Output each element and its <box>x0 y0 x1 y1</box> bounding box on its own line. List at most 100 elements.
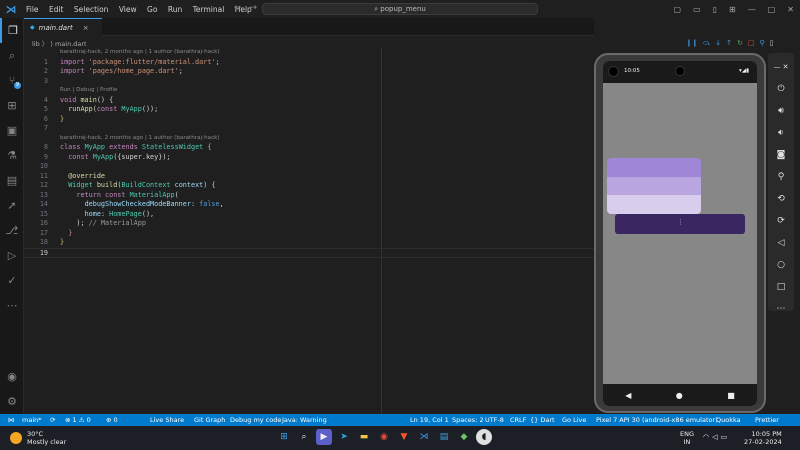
pause-icon[interactable]: ❙❙ <box>686 39 698 49</box>
screenshot-icon[interactable]: ◙ <box>777 144 786 166</box>
telegram-icon[interactable]: ➤ <box>336 429 352 445</box>
devtools-icon[interactable]: ⚲ <box>759 39 764 49</box>
more-vert-icon[interactable]: ⋮ <box>677 218 684 226</box>
menu-edit[interactable]: Edit <box>49 5 64 14</box>
emulator-taskbar-icon[interactable]: ◖ <box>476 429 492 445</box>
git-blame-lens[interactable]: barathraj-hack, 2 months ago | 1 author … <box>60 134 220 144</box>
back-icon[interactable]: ◀ <box>625 391 631 400</box>
android-studio-icon[interactable]: ◆ <box>456 429 472 445</box>
popup-menu-item[interactable] <box>607 158 701 177</box>
file-explorer-icon[interactable]: ▬ <box>356 429 372 445</box>
menu-file[interactable]: File <box>26 5 39 14</box>
debug-icon[interactable]: ▷ <box>0 243 24 268</box>
rotate-right-icon[interactable]: ⟳ <box>777 210 785 232</box>
emulator-screen[interactable]: 10:05 ▾◢▮ ⋮ ◀ ● ■ <box>603 61 757 406</box>
overview-icon[interactable]: □ <box>777 276 786 298</box>
problems-indicator[interactable]: ⊗ 1 ⚠ 0 <box>65 416 91 424</box>
back-nav-icon[interactable]: ◁ <box>778 232 785 254</box>
wifi-icon[interactable]: ◠ <box>703 433 712 441</box>
tab-main-dart[interactable]: ◆ main.dart × <box>24 18 102 36</box>
menu-go[interactable]: Go <box>147 5 157 14</box>
java-status[interactable]: Java: Warning <box>282 416 327 424</box>
extensions-icon[interactable]: ⊞ <box>0 93 24 118</box>
live-share-icon[interactable]: ➚ <box>0 193 24 218</box>
code-editor[interactable]: barathraj-hack, 2 months ago | 1 author … <box>24 48 594 414</box>
indentation[interactable]: Spaces: 2 <box>452 416 484 424</box>
search-icon[interactable]: ⌕ <box>0 43 24 68</box>
git-graph-status[interactable]: Git Graph <box>194 416 225 424</box>
line-ending[interactable]: CRLF <box>510 416 526 424</box>
flutter-device[interactable]: Pixel 7 API 30 (android-x86 emulator) <box>596 416 718 424</box>
check-icon[interactable]: ✓ <box>0 268 24 293</box>
testing-icon[interactable]: ⚗ <box>0 143 24 168</box>
zoom-icon[interactable]: ⚲ <box>778 166 785 188</box>
popup-menu-item[interactable] <box>607 176 701 196</box>
minimize-icon[interactable]: — <box>748 5 756 14</box>
settings-gear-icon[interactable]: ⚙ <box>0 389 24 414</box>
remote-icon[interactable]: ⋈ <box>8 416 15 424</box>
panel-icon[interactable]: ▭ <box>693 5 701 14</box>
live-share-status[interactable]: Live Share <box>150 416 184 424</box>
debug-status[interactable]: Debug my code <box>230 416 281 424</box>
power-icon[interactable]: ⏻ <box>777 78 784 100</box>
breadcrumb[interactable]: lib 〉 ⟩ main.dart <box>32 38 87 48</box>
menu-selection[interactable]: Selection <box>74 5 109 14</box>
sync-icon[interactable]: ⟳ <box>50 416 55 424</box>
explorer-icon[interactable]: ❐ <box>0 18 24 43</box>
speaker-icon[interactable]: ◁ <box>712 433 720 441</box>
menu-terminal[interactable]: Terminal <box>193 5 225 14</box>
menu-view[interactable]: View <box>119 5 137 14</box>
menu-run[interactable]: Run <box>168 5 182 14</box>
taskbar-clock[interactable]: 10:05 PM 27-02-2024 <box>744 430 782 446</box>
chrome-icon[interactable]: ◉ <box>376 429 392 445</box>
home-nav-icon[interactable]: ○ <box>777 254 785 276</box>
recents-icon[interactable]: ■ <box>727 391 735 400</box>
emu-close-icon[interactable]: — ✕ <box>773 56 788 78</box>
language-indicator[interactable]: ENG IN <box>680 430 694 446</box>
layout-icon[interactable]: ▢ <box>674 5 682 14</box>
language-mode[interactable]: {} Dart <box>530 416 555 424</box>
popup-menu-item[interactable] <box>607 195 701 214</box>
restart-icon[interactable]: ↻ <box>737 39 743 49</box>
more-options-icon[interactable]: ⋯ <box>777 298 786 320</box>
meet-icon[interactable]: ▶ <box>316 429 332 445</box>
tab-close-icon[interactable]: × <box>83 24 89 32</box>
step-into-icon[interactable]: ↓ <box>715 39 721 49</box>
weather-widget[interactable]: 30°C Mostly clear <box>10 430 66 446</box>
close-icon[interactable]: ✕ <box>787 5 794 14</box>
tray-icons[interactable]: ◠◁▭ <box>703 433 730 441</box>
volume-up-icon[interactable]: 🔊︎ <box>778 100 784 122</box>
prettier-status[interactable]: Prettier <box>755 416 779 424</box>
notepad-icon[interactable]: ▤ <box>436 429 452 445</box>
grid-icon[interactable]: ⊞ <box>729 5 736 14</box>
go-live[interactable]: Go Live <box>562 416 586 424</box>
remote-explorer-icon[interactable]: ▣ <box>0 118 24 143</box>
windows-start-icon[interactable]: ⊞ <box>276 429 292 445</box>
branch-indicator[interactable]: main* <box>22 416 42 424</box>
quokka-status[interactable]: Quokka <box>716 416 741 424</box>
rotate-left-icon[interactable]: ⟲ <box>777 188 785 210</box>
command-center-search[interactable]: ⌕ popup_menu <box>262 3 538 15</box>
step-out-icon[interactable]: ↑ <box>726 39 732 49</box>
git-blame-lens[interactable]: barathraj-hack, 2 months ago | 1 author … <box>60 48 220 58</box>
run-debug-lens[interactable]: Run | Debug | Profile <box>60 86 117 96</box>
accounts-icon[interactable]: ◉ <box>0 364 24 389</box>
split-editor-icon[interactable]: ▯ <box>770 39 774 49</box>
ports-indicator[interactable]: ⊕ 0 <box>106 416 118 424</box>
source-control-icon[interactable]: ⑂ 9 <box>0 68 24 93</box>
nav-arrows[interactable]: ←→ <box>234 3 265 13</box>
terminal-icon[interactable]: ▤ <box>0 168 24 193</box>
encoding[interactable]: UTF-8 <box>485 416 504 424</box>
taskbar-search-icon[interactable]: ⌕ <box>296 429 312 445</box>
stop-icon[interactable]: □ <box>748 39 755 49</box>
more-icon[interactable]: ⋯ <box>0 293 24 318</box>
git-graph-icon[interactable]: ⎇ <box>0 218 24 243</box>
volume-down-icon[interactable]: 🔉︎ <box>778 122 784 144</box>
cursor-position[interactable]: Ln 19, Col 1 <box>410 416 449 424</box>
step-over-icon[interactable]: ⤼ <box>703 39 710 49</box>
sidebar-icon[interactable]: ▯ <box>713 5 717 14</box>
battery-icon[interactable]: ▭ <box>721 433 731 441</box>
brave-icon[interactable]: ▼ <box>396 429 412 445</box>
maximize-icon[interactable]: □ <box>768 5 776 14</box>
vscode-taskbar-icon[interactable]: ⋊ <box>416 429 432 445</box>
